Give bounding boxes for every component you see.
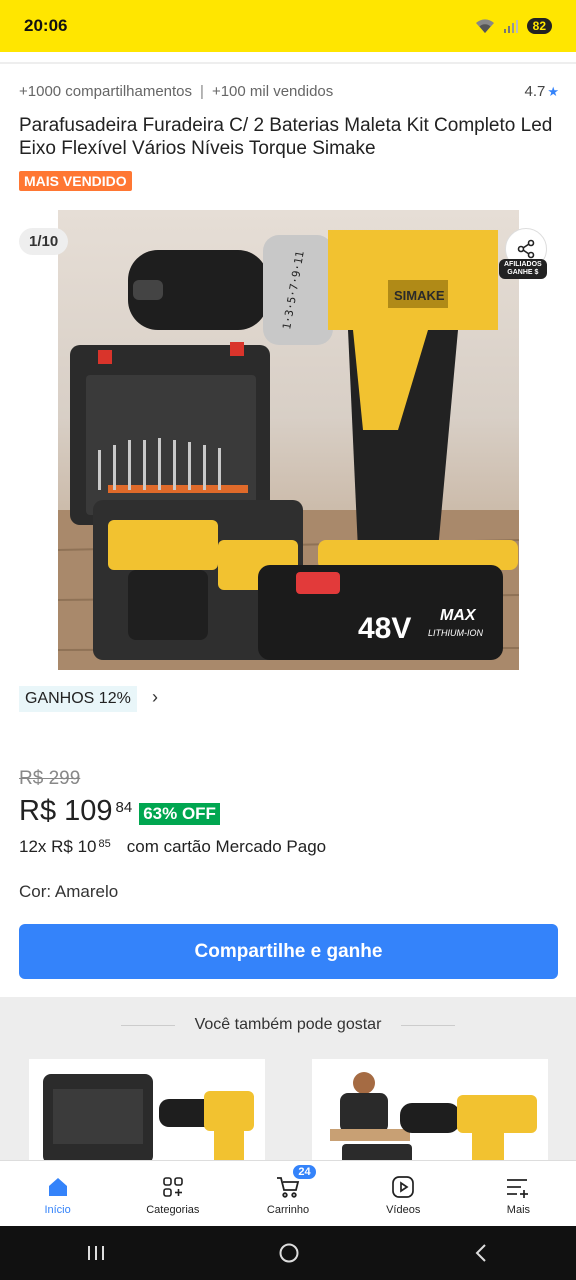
nav-label: Carrinho — [266, 1204, 310, 1216]
divider — [120, 1024, 175, 1026]
product-meta: +1000 compartilhamentos | +100 mil vendi… — [19, 83, 559, 100]
installments-cents: 85 — [98, 838, 111, 850]
earnings-badge[interactable]: GANHOS 12% — [19, 686, 137, 712]
divider — [401, 1024, 456, 1026]
nav-home[interactable]: Início — [0, 1161, 115, 1226]
recent-apps-icon[interactable] — [86, 1244, 106, 1262]
recommendations-section: Você também pode gostar — [0, 997, 576, 1162]
share-icon — [517, 239, 535, 259]
status-bar: 20:06 82 — [0, 0, 576, 52]
affiliate-earn-label: GANHE $ — [507, 269, 539, 276]
shares-count: +1000 compartilhamentos — [19, 83, 193, 100]
installments: 12x R$ 10 85 com cartão Mercado Pago — [19, 837, 326, 857]
cart-count-badge: 24 — [291, 1163, 318, 1181]
divider — [0, 62, 576, 64]
color-label: Cor: Amarelo — [19, 882, 119, 901]
brand-text: SIMAKE — [394, 288, 445, 303]
price-cents: 84 — [115, 799, 133, 816]
star-icon: ★ — [547, 83, 559, 99]
recommended-product-image — [330, 1072, 537, 1162]
meta-separator: | — [200, 83, 204, 100]
home-icon — [44, 1173, 72, 1201]
image-counter: 1/10 — [19, 228, 69, 255]
installments-info: com cartão Mercado Pago — [126, 837, 327, 856]
status-time: 20:06 — [24, 16, 68, 35]
product-title: Parafusadeira Furadeira C/ 2 Baterias Ma… — [19, 115, 553, 159]
battery-indicator: 82 — [526, 18, 552, 34]
signal-icon — [503, 20, 518, 33]
status-icons: 82 — [475, 18, 552, 34]
sold-count: +100 mil vendidos — [211, 83, 334, 100]
nav-categories[interactable]: Categorias — [115, 1161, 230, 1226]
lithium-text: LITHIUM-ION — [428, 628, 483, 638]
rating: 4.7 ★ — [524, 83, 559, 100]
bottom-navigation: Início Categorias 24 Carrinho Vídeos Mai… — [0, 1160, 576, 1226]
share-and-earn-button[interactable]: Compartilhe e ganhe — [19, 924, 558, 979]
system-navigation-bar — [0, 1226, 576, 1280]
nav-videos[interactable]: Vídeos — [346, 1161, 461, 1226]
nav-label: Vídeos — [386, 1204, 421, 1216]
nav-cart[interactable]: 24 Carrinho — [230, 1161, 345, 1226]
current-price: R$ 109 84 63% OFF — [19, 795, 220, 828]
recommended-product-card[interactable] — [312, 1059, 548, 1162]
discount-badge: 63% OFF — [139, 803, 220, 825]
menu-icon — [504, 1173, 532, 1201]
affiliate-badge: AFILIADOS GANHE $ — [499, 259, 547, 279]
chevron-right-icon[interactable]: › — [152, 687, 158, 708]
recommendations-title: Você também pode gostar — [194, 1016, 382, 1033]
play-icon — [389, 1173, 417, 1201]
nav-label: Categorias — [146, 1204, 200, 1216]
product-image[interactable]: 1·3·5·7·9·11 SIMAKE 48V MAX LITHIUM-ION — [58, 210, 519, 670]
affiliate-label: AFILIADOS — [504, 261, 542, 268]
nav-more[interactable]: Mais — [461, 1161, 576, 1226]
original-price: R$ 299 — [19, 768, 81, 789]
categories-icon — [159, 1173, 187, 1201]
best-seller-badge: MAIS VENDIDO — [19, 171, 132, 191]
recommendations-header: Você também pode gostar — [0, 1016, 576, 1034]
nav-label: Mais — [506, 1204, 531, 1216]
drill-kit-illustration: 1·3·5·7·9·11 SIMAKE 48V MAX LITHIUM-ION — [58, 230, 519, 670]
back-icon[interactable] — [472, 1243, 490, 1263]
max-text: MAX — [440, 607, 477, 624]
recommended-product-image — [43, 1074, 254, 1162]
recommended-product-card[interactable] — [29, 1059, 265, 1162]
installments-main: 12x R$ 10 — [19, 837, 97, 856]
nav-label: Início — [44, 1204, 71, 1216]
price-main: R$ 109 — [19, 795, 113, 827]
voltage-text: 48V — [358, 612, 411, 645]
rating-value: 4.7 — [524, 83, 546, 100]
home-button-icon[interactable] — [278, 1242, 300, 1264]
wifi-icon — [475, 19, 494, 33]
